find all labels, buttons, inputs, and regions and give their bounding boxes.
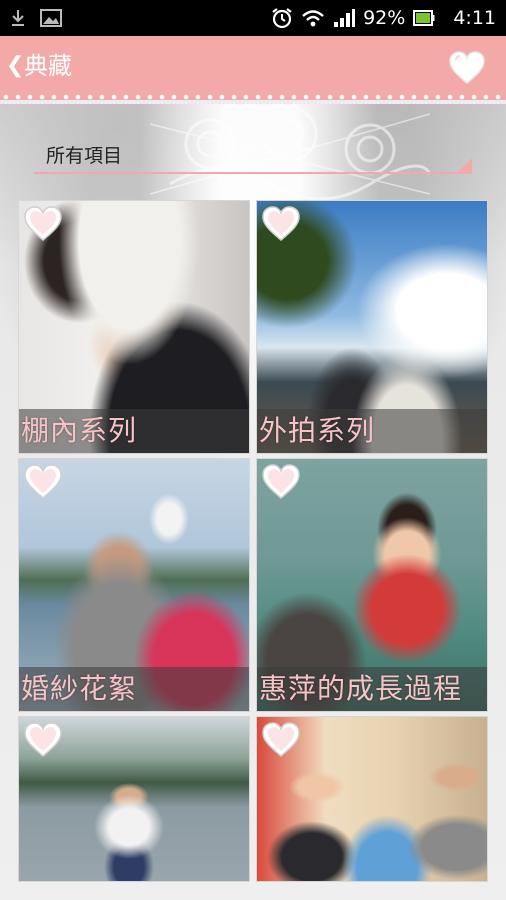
heart-icon[interactable] xyxy=(23,463,63,501)
album-tile[interactable] xyxy=(256,716,488,882)
album-tile[interactable]: 惠萍的成長過程 xyxy=(256,458,488,712)
album-tile[interactable]: 婚紗花絮 xyxy=(18,458,250,712)
album-caption: 惠萍的成長過程 xyxy=(259,672,463,705)
wifi-icon xyxy=(301,8,325,28)
album-tile[interactable]: 外拍系列 xyxy=(256,200,488,454)
album-caption: 棚內系列 xyxy=(21,414,138,447)
heart-icon[interactable] xyxy=(261,205,301,243)
image-icon xyxy=(40,9,62,27)
album-caption: 外拍系列 xyxy=(259,414,376,447)
heart-icon[interactable] xyxy=(261,463,301,501)
category-selected: 所有項目 xyxy=(46,145,123,167)
heart-icon[interactable] xyxy=(261,721,301,759)
scallop-dots xyxy=(0,94,506,100)
album-caption: 婚紗花絮 xyxy=(21,672,138,705)
back-chevron-icon[interactable]: ❮ xyxy=(6,52,24,80)
category-dropdown[interactable]: 所有項目 xyxy=(34,138,472,176)
page-title[interactable]: 典藏 xyxy=(24,50,72,82)
battery-percentage: 92% xyxy=(363,7,406,29)
album-tile[interactable] xyxy=(18,716,250,882)
heart-icon[interactable] xyxy=(23,721,63,759)
album-tile[interactable]: 棚內系列 xyxy=(18,200,250,454)
battery-icon xyxy=(413,10,435,26)
signal-icon xyxy=(333,8,356,28)
dropdown-underline xyxy=(34,172,472,174)
download-icon xyxy=(10,9,26,27)
alarm-icon xyxy=(271,7,293,29)
heart-icon[interactable] xyxy=(448,50,486,86)
heart-icon[interactable] xyxy=(23,205,63,243)
status-bar: 92% 4:11 xyxy=(0,0,506,36)
dropdown-corner-icon xyxy=(456,158,472,174)
clock-time: 4:11 xyxy=(453,7,496,29)
